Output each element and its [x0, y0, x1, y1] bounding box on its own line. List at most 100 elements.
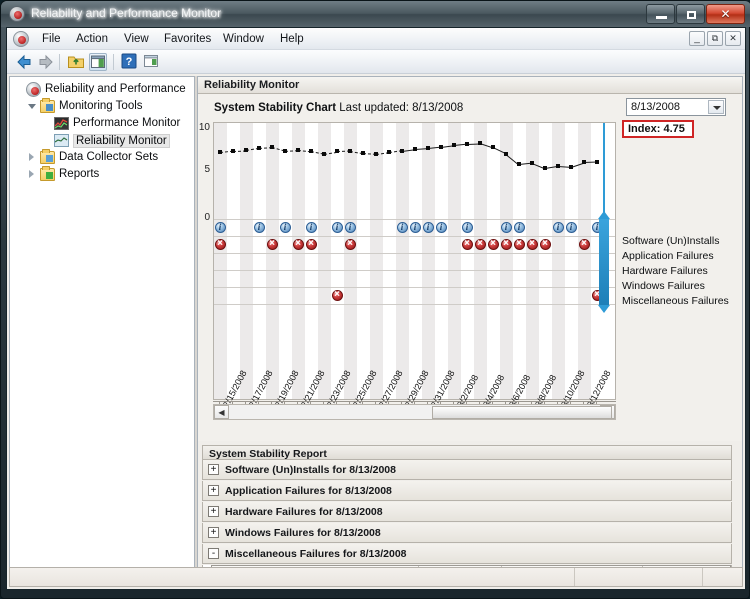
- chart-horizontal-scrollbar[interactable]: ◀ ▶: [213, 404, 616, 420]
- report-section-application-failures[interactable]: + Application Failures for 8/13/2008: [202, 481, 732, 501]
- mdi-restore-button[interactable]: ⧉: [707, 31, 723, 46]
- console-icon: [13, 31, 29, 47]
- svg-text:?: ?: [126, 56, 133, 68]
- information-icon[interactable]: [435, 222, 447, 233]
- information-icon[interactable]: [253, 222, 265, 233]
- toolbar-separator-2: [113, 54, 114, 70]
- information-icon[interactable]: [396, 222, 408, 233]
- menu-file[interactable]: File: [37, 32, 66, 46]
- data-point: [257, 145, 261, 150]
- information-icon[interactable]: [409, 222, 421, 233]
- back-icon[interactable]: [15, 53, 33, 71]
- collapse-icon[interactable]: -: [208, 548, 219, 559]
- information-icon[interactable]: [565, 222, 577, 233]
- error-icon[interactable]: [513, 238, 525, 250]
- chevron-down-icon[interactable]: [708, 100, 724, 114]
- new-window-icon[interactable]: [143, 53, 161, 71]
- data-point: [218, 149, 222, 154]
- data-point: [387, 150, 391, 155]
- error-icon[interactable]: [539, 238, 551, 250]
- tree-item-label: Reliability and Performance: [45, 83, 186, 95]
- report-section-software-un-installs[interactable]: + Software (Un)Installs for 8/13/2008: [202, 460, 732, 480]
- menu-bar: File Action View Favorites Window Help _…: [7, 28, 745, 50]
- tree-item-reports[interactable]: Reports: [10, 166, 194, 183]
- information-icon[interactable]: [422, 222, 434, 233]
- error-icon[interactable]: [305, 238, 317, 250]
- menu-view[interactable]: View: [119, 32, 154, 46]
- scrollbar-thumb[interactable]: [432, 406, 612, 419]
- data-point: [400, 148, 404, 153]
- current-day-marker-band[interactable]: [599, 219, 609, 305]
- chevron-down-icon[interactable]: [28, 102, 37, 111]
- tree-item-reliability-and-performance[interactable]: Reliability and Performance: [10, 81, 194, 98]
- chevron-right-icon[interactable]: [28, 153, 37, 162]
- information-icon[interactable]: [513, 222, 525, 233]
- error-icon[interactable]: [526, 238, 538, 250]
- menu-favorites[interactable]: Favorites: [159, 32, 216, 46]
- error-icon[interactable]: [331, 289, 343, 301]
- information-icon[interactable]: [344, 222, 356, 233]
- error-icon[interactable]: [344, 238, 356, 250]
- error-icon[interactable]: [474, 238, 486, 250]
- error-icon[interactable]: [266, 238, 278, 250]
- expand-icon[interactable]: +: [208, 506, 219, 517]
- data-point: [322, 151, 326, 156]
- scroll-left-button[interactable]: ◀: [214, 405, 229, 419]
- chart-legend: Software (Un)Installs Application Failure…: [622, 234, 742, 309]
- menu-window[interactable]: Window: [218, 32, 269, 46]
- report-section-miscellaneous-failures[interactable]: - Miscellaneous Failures for 8/13/2008: [202, 544, 732, 564]
- console-tree-pane: Reliability and Performance Monitoring To…: [9, 76, 195, 585]
- error-icon[interactable]: [500, 238, 512, 250]
- forward-icon[interactable]: [37, 53, 55, 71]
- information-icon[interactable]: [552, 222, 564, 233]
- maximize-button[interactable]: [676, 4, 705, 24]
- close-button[interactable]: ✕: [706, 4, 745, 24]
- expand-icon[interactable]: +: [208, 527, 219, 538]
- information-icon[interactable]: [305, 222, 317, 233]
- expand-icon[interactable]: +: [208, 464, 219, 475]
- reliability-root-icon: [26, 82, 41, 97]
- report-header: System Stability Report: [202, 445, 732, 460]
- data-point: [270, 145, 274, 150]
- information-icon[interactable]: [279, 222, 291, 233]
- up-one-level-icon[interactable]: [67, 53, 85, 71]
- status-pane-3: [702, 568, 742, 586]
- chevron-right-icon[interactable]: [28, 170, 37, 179]
- information-icon[interactable]: [461, 222, 473, 233]
- show-hide-console-tree-icon[interactable]: [89, 53, 107, 71]
- legend-item-windows-failures: Windows Failures: [622, 279, 742, 294]
- title-bar[interactable]: Reliability and Performance Monitor ✕: [1, 1, 750, 27]
- information-icon[interactable]: [331, 222, 343, 233]
- menu-action[interactable]: Action: [71, 32, 113, 46]
- toolbar-separator-1: [59, 54, 60, 70]
- error-icon[interactable]: [292, 238, 304, 250]
- report-section-hardware-failures[interactable]: + Hardware Failures for 8/13/2008: [202, 502, 732, 522]
- mdi-close-button[interactable]: ✕: [725, 31, 741, 46]
- mdi-minimize-button[interactable]: _: [689, 31, 705, 46]
- minimize-button[interactable]: [646, 4, 675, 24]
- tree-item-data-collector-sets[interactable]: Data Collector Sets: [10, 149, 194, 166]
- data-point: [426, 145, 430, 150]
- menu-help[interactable]: Help: [275, 32, 309, 46]
- information-icon[interactable]: [214, 222, 226, 233]
- tree-item-performance-monitor[interactable]: Performance Monitor: [10, 115, 194, 132]
- report-section-label: Software (Un)Installs for 8/13/2008: [225, 464, 396, 476]
- tree-item-monitoring-tools[interactable]: Monitoring Tools: [10, 98, 194, 115]
- error-icon[interactable]: [461, 238, 473, 250]
- legend-item-label: Hardware Failures: [622, 265, 708, 277]
- error-icon[interactable]: [487, 238, 499, 250]
- app-icon: [9, 6, 25, 22]
- stability-plot[interactable]: [213, 122, 616, 400]
- error-icon[interactable]: [578, 238, 590, 250]
- help-icon[interactable]: ?: [121, 53, 139, 71]
- window-title: Reliability and Performance Monitor: [31, 6, 222, 20]
- tree-item-reliability-monitor[interactable]: Reliability Monitor: [10, 132, 194, 149]
- report-section-label: Miscellaneous Failures for 8/13/2008: [225, 548, 407, 560]
- date-selector[interactable]: 8/13/2008: [626, 98, 726, 116]
- error-icon[interactable]: [214, 238, 226, 250]
- information-icon[interactable]: [500, 222, 512, 233]
- report-section-windows-failures[interactable]: + Windows Failures for 8/13/2008: [202, 523, 732, 543]
- data-point: [283, 148, 287, 153]
- expand-icon[interactable]: +: [208, 485, 219, 496]
- legend-item-application-failures: Application Failures: [622, 249, 742, 264]
